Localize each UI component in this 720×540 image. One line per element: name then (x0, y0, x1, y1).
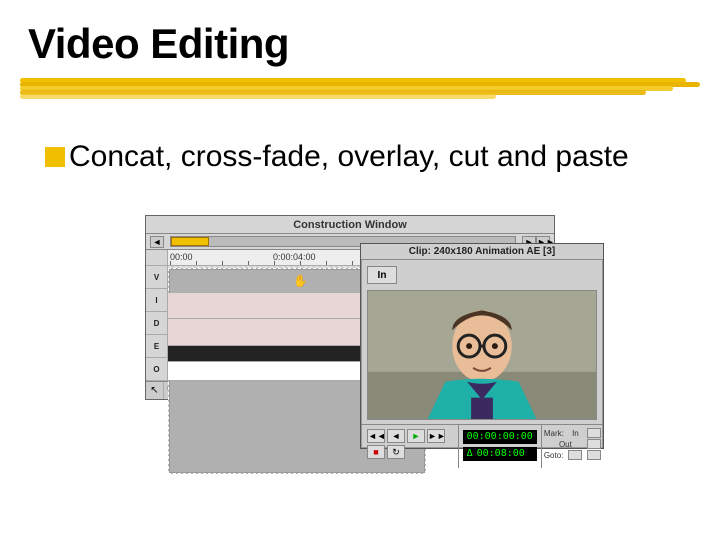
track-label: E (146, 335, 167, 358)
mark-out-button[interactable] (587, 439, 601, 449)
track-labels: V I D E O (146, 266, 168, 381)
step-fwd-button[interactable]: ►► (427, 429, 445, 443)
construction-window-title: Construction Window (146, 216, 554, 234)
step-back-button[interactable]: ◄ (387, 429, 405, 443)
figure-screenshot: Construction Window ◄ ► ►► 00:00 0:00:04… (145, 215, 605, 450)
track-label: I (146, 289, 167, 312)
goto-button-2[interactable] (587, 450, 601, 460)
scroll-left-button[interactable]: ◄ (150, 236, 164, 248)
in-label: In (572, 429, 579, 438)
ruler-tick-label: 0:00:04:00 (273, 252, 316, 262)
mark-in-button[interactable] (587, 428, 601, 438)
goto-label: Goto: (544, 451, 564, 460)
hand-cursor-icon: ✋ (293, 274, 308, 288)
clip-preview (367, 290, 597, 420)
page-title: Video Editing (28, 20, 289, 68)
track-label: O (146, 358, 167, 381)
track-label: D (146, 312, 167, 335)
bullet-text: Concat, cross-fade, overlay, cut and pas… (69, 140, 629, 174)
out-label: Out (559, 440, 572, 449)
timecode-delta: Δ 00:08:00 (463, 447, 537, 461)
goto-button[interactable] (568, 450, 582, 460)
play-button[interactable]: ► (407, 429, 425, 443)
stop-button[interactable]: ■ (367, 445, 385, 459)
clip-window: Clip: 240x180 Animation AE [3] In (360, 243, 604, 449)
tool-pointer-icon[interactable]: ↖ (146, 382, 164, 399)
mark-label: Mark: (544, 429, 564, 438)
ruler-corner (146, 250, 168, 265)
bullet-marker (45, 147, 65, 167)
title-underline (20, 78, 700, 100)
ruler-tick-label: 00:00 (170, 252, 193, 262)
loop-button[interactable]: ↻ (387, 445, 405, 459)
scroll-thumb[interactable] (171, 237, 209, 246)
clip-window-title: Clip: 240x180 Animation AE [3] (361, 244, 603, 260)
clip-transport-controls: ◄◄ ◄ ► ►► ■ ↻ 00:00:00:00 Δ 00:08:00 Mar… (361, 424, 603, 468)
track-label: V (146, 266, 167, 289)
timecode-current: 00:00:00:00 (463, 430, 537, 444)
in-point-button[interactable]: In (367, 266, 397, 284)
rewind-button[interactable]: ◄◄ (367, 429, 385, 443)
bullet-item: Concat, cross-fade, overlay, cut and pas… (45, 140, 629, 174)
